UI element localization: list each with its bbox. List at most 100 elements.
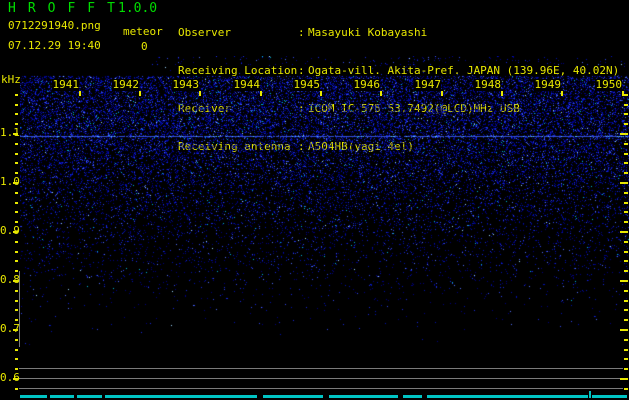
freq-major-tick: [13, 280, 18, 282]
freq-minor-tick: [624, 339, 628, 341]
freq-minor-tick: [624, 94, 628, 96]
mode-label: meteor: [123, 25, 163, 38]
freq-minor-tick: [15, 104, 18, 106]
freq-minor-tick: [624, 260, 628, 262]
freq-minor-tick: [15, 358, 18, 360]
freq-minor-tick: [15, 172, 18, 174]
freq-minor-tick: [15, 192, 18, 194]
signal-level-trace: [427, 395, 588, 398]
signal-level-trace: [50, 395, 74, 398]
time-axis-label: 1946: [353, 78, 380, 91]
freq-minor-tick: [624, 388, 628, 390]
minute-tick: [441, 91, 443, 96]
freq-minor-tick: [15, 300, 18, 302]
freq-minor-tick: [15, 388, 18, 390]
freq-minor-tick: [624, 358, 628, 360]
signal-level-trace: [403, 395, 422, 398]
minute-tick: [79, 91, 81, 96]
freq-minor-tick: [15, 123, 18, 125]
freq-major-tick: [13, 231, 18, 233]
minute-tick: [561, 91, 563, 96]
freq-minor-tick: [624, 251, 628, 253]
freq-minor-tick: [624, 202, 628, 204]
freq-major-tick: [13, 133, 18, 135]
freq-minor-tick: [624, 221, 628, 223]
time-axis-label: 1943: [172, 78, 199, 91]
minute-tick: [199, 91, 201, 96]
freq-minor-tick: [15, 309, 18, 311]
time-axis-label: 1941: [52, 78, 79, 91]
minute-tick: [501, 91, 503, 96]
freq-axis-label: 0.9: [0, 224, 20, 237]
freq-minor-tick: [15, 319, 18, 321]
freq-minor-tick: [15, 94, 18, 96]
header-field-separator: :: [298, 26, 305, 39]
freq-minor-tick: [624, 172, 628, 174]
datetime-label: 07.12.29 19:40: [8, 39, 101, 52]
freq-major-tick: [13, 329, 18, 331]
freq-minor-tick: [15, 202, 18, 204]
freq-minor-tick: [624, 319, 628, 321]
freq-minor-tick: [624, 368, 628, 370]
freq-minor-tick: [15, 349, 18, 351]
freq-minor-tick: [624, 300, 628, 302]
freq-axis-unit: kHz: [1, 73, 21, 86]
freq-major-tick: [620, 329, 628, 331]
freq-minor-tick: [15, 290, 18, 292]
app-version: 1.0.0: [118, 1, 158, 16]
signal-level-spike: [589, 391, 591, 398]
freq-minor-tick: [624, 143, 628, 145]
freq-minor-tick: [15, 251, 18, 253]
freq-major-tick: [13, 182, 18, 184]
freq-axis-label: 0.7: [0, 322, 20, 335]
app-title: HROFFT: [8, 1, 127, 16]
freq-major-tick: [620, 378, 628, 380]
time-axis-label: 1945: [293, 78, 320, 91]
freq-minor-tick: [15, 162, 18, 164]
freq-minor-tick: [624, 211, 628, 213]
minute-tick: [139, 91, 141, 96]
time-axis-label: 1948: [474, 78, 501, 91]
time-axis-label: 1949: [534, 78, 561, 91]
signal-level-trace: [329, 395, 398, 398]
freq-minor-tick: [624, 113, 628, 115]
freq-minor-tick: [624, 270, 628, 272]
freq-minor-tick: [624, 153, 628, 155]
level-gridline: [19, 388, 623, 389]
freq-major-tick: [13, 378, 18, 380]
output-filename: 0712291940.png: [8, 19, 101, 32]
time-axis-label: 1944: [233, 78, 260, 91]
freq-axis-label: 1.0: [0, 175, 20, 188]
freq-minor-tick: [15, 211, 18, 213]
minute-tick: [622, 91, 624, 96]
freq-minor-tick: [15, 368, 18, 370]
freq-minor-tick: [15, 113, 18, 115]
header-field-label: Observer: [178, 26, 231, 39]
freq-minor-tick: [624, 241, 628, 243]
freq-minor-tick: [15, 241, 18, 243]
level-gridline: [19, 368, 623, 369]
minute-tick: [320, 91, 322, 96]
freq-axis-label: 0.6: [0, 371, 20, 384]
freq-minor-tick: [624, 104, 628, 106]
freq-minor-tick: [15, 339, 18, 341]
freq-major-tick: [620, 133, 628, 135]
freq-major-tick: [620, 231, 628, 233]
signal-level-trace: [20, 395, 47, 398]
time-axis-label: 1950: [595, 78, 622, 91]
signal-level-trace: [77, 395, 102, 398]
freq-minor-tick: [624, 349, 628, 351]
freq-minor-tick: [15, 260, 18, 262]
header-row: Observer : Masayuki Kobayashi: [178, 27, 628, 41]
freq-minor-tick: [15, 143, 18, 145]
freq-minor-tick: [15, 221, 18, 223]
freq-minor-tick: [624, 123, 628, 125]
minute-tick: [260, 91, 262, 96]
signal-level-trace: [105, 395, 257, 398]
freq-major-tick: [620, 280, 628, 282]
freq-minor-tick: [624, 162, 628, 164]
header-field-value: Masayuki Kobayashi: [308, 26, 428, 39]
freq-minor-tick: [624, 192, 628, 194]
time-axis-label: 1947: [414, 78, 441, 91]
hrofft-screen: HROFFT 1.0.0 0712291940.png meteor 07.12…: [0, 0, 629, 400]
